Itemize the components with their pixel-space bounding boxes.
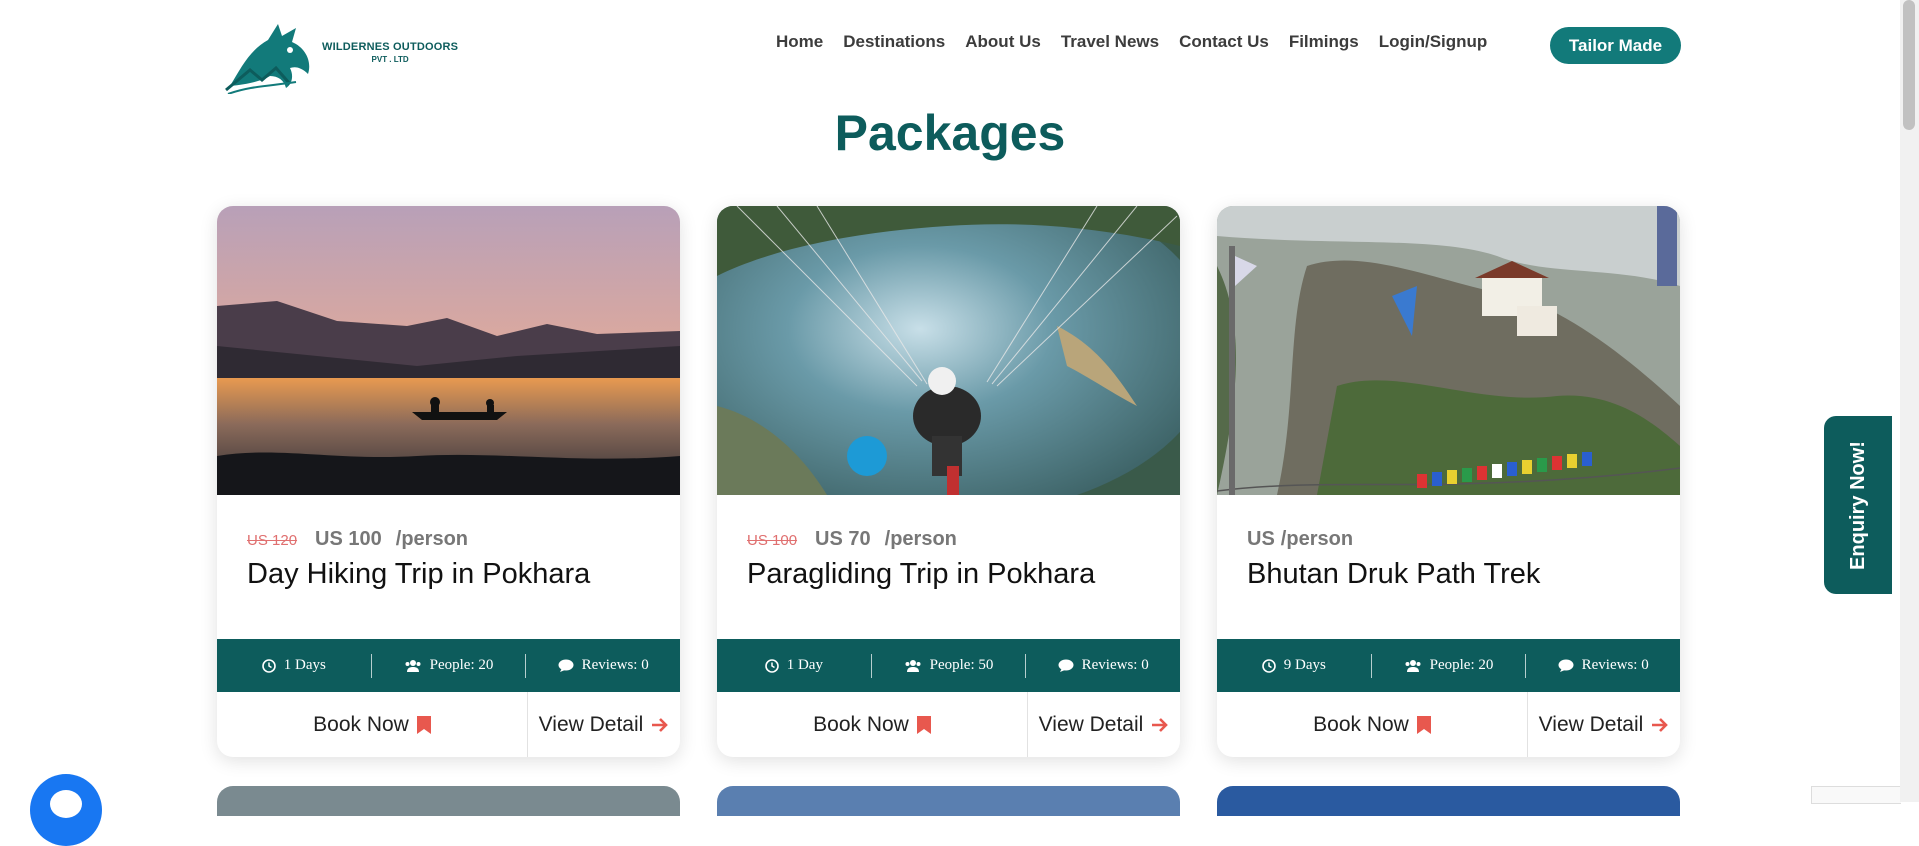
site-header: WILDERNES OUTDOORS PVT . LTD Home Destin… (0, 0, 1900, 100)
bookmark-icon (1416, 715, 1431, 734)
duration: 9 Days (1217, 654, 1371, 678)
package-title[interactable]: Day Hiking Trip in Pokhara (247, 558, 590, 591)
arrow-right-icon (1652, 717, 1669, 732)
clock-icon (1261, 658, 1276, 673)
people: People: 20 (370, 653, 526, 678)
nav-about-us[interactable]: About Us (965, 32, 1041, 52)
clock-icon (764, 658, 779, 673)
duration: 1 Day (717, 654, 871, 678)
bookmark-icon (416, 715, 431, 734)
people-text: People: 20 (1429, 657, 1494, 673)
package-card[interactable]: US /person Bhutan Druk Path Trek 9 Days … (1217, 206, 1680, 757)
reviews-text: Reviews: 0 (581, 657, 649, 673)
package-photo-lake-sunset[interactable] (217, 206, 680, 495)
package-actions: Book Now View Detail (717, 692, 1180, 757)
page-title: Packages (834, 105, 1066, 161)
nav-filmings[interactable]: Filmings (1289, 32, 1359, 52)
nav-home[interactable]: Home (776, 32, 823, 52)
bookmark-icon (916, 715, 931, 734)
package-meta-bar: 1 Day People: 50 Reviews: 0 (717, 639, 1180, 692)
book-now-label: Book Now (1313, 712, 1409, 736)
price-row: US /person (1247, 528, 1353, 551)
users-icon (904, 659, 922, 673)
package-card-partial[interactable] (217, 786, 680, 816)
book-now-button[interactable]: Book Now (217, 692, 528, 757)
package-actions: Book Now View Detail (217, 692, 680, 757)
users-icon (404, 659, 422, 673)
users-icon (1404, 659, 1422, 673)
package-title[interactable]: Paragliding Trip in Pokhara (747, 558, 1095, 591)
view-detail-button[interactable]: View Detail (528, 692, 680, 757)
enquiry-now-tab[interactable]: Enquiry Now! (1824, 416, 1892, 594)
people-text: People: 20 (429, 657, 494, 673)
people-text: People: 50 (929, 657, 994, 673)
logo-name: WILDERNES OUTDOORS (322, 40, 459, 53)
duration: 1 Days (217, 654, 371, 678)
arrow-right-icon (652, 717, 669, 732)
price-unit: /person (1280, 528, 1354, 550)
reviews-text: Reviews: 0 (1081, 657, 1149, 673)
duration-text: 1 Days (283, 657, 326, 673)
book-now-label: Book Now (813, 712, 909, 736)
price-row: US 120 US 100 /person (247, 528, 468, 551)
price-unit: /person (884, 528, 957, 550)
nav-contact-us[interactable]: Contact Us (1179, 32, 1269, 52)
reviews: Reviews: 0 (1525, 653, 1680, 678)
old-price: US 100 (747, 532, 798, 549)
current-price: US 70 (815, 528, 871, 550)
old-price: US 120 (247, 532, 298, 549)
package-card[interactable]: US 100 US 70 /person Paragliding Trip in… (717, 206, 1180, 757)
package-actions: Book Now View Detail (1217, 692, 1680, 757)
nav-login-signup[interactable]: Login/Signup (1379, 32, 1488, 52)
package-card-partial[interactable] (717, 786, 1180, 816)
main-nav: Home Destinations About Us Travel News C… (776, 32, 1507, 52)
tiger-logo-icon (225, 24, 310, 94)
book-now-button[interactable]: Book Now (717, 692, 1028, 757)
nav-destinations[interactable]: Destinations (843, 32, 945, 52)
view-detail-button[interactable]: View Detail (1528, 692, 1680, 757)
package-meta-bar: 1 Days People: 20 Reviews: 0 (217, 639, 680, 692)
arrow-right-icon (1152, 717, 1169, 732)
package-photo-paragliding[interactable] (717, 206, 1180, 495)
view-detail-label: View Detail (1038, 712, 1144, 736)
price-unit: /person (395, 528, 469, 550)
duration-text: 9 Days (1283, 657, 1326, 673)
people: People: 50 (870, 653, 1026, 678)
book-now-button[interactable]: Book Now (1217, 692, 1528, 757)
nav-travel-news[interactable]: Travel News (1061, 32, 1159, 52)
view-detail-button[interactable]: View Detail (1028, 692, 1180, 757)
reviews: Reviews: 0 (1025, 653, 1180, 678)
tailor-made-button[interactable]: Tailor Made (1550, 27, 1681, 64)
comment-icon (1558, 659, 1574, 673)
recaptcha-badge (1811, 786, 1901, 804)
package-card[interactable]: US 120 US 100 /person Day Hiking Trip in… (217, 206, 680, 757)
current-price: US (1247, 528, 1275, 550)
people: People: 20 (1370, 653, 1526, 678)
book-now-label: Book Now (313, 712, 409, 736)
site-logo[interactable]: WILDERNES OUTDOORS PVT . LTD (220, 10, 470, 94)
reviews: Reviews: 0 (525, 653, 680, 678)
messenger-chat-icon[interactable] (30, 774, 102, 846)
comment-icon (1058, 659, 1074, 673)
price-row: US 100 US 70 /person (747, 528, 957, 551)
package-card-partial[interactable] (1217, 786, 1680, 816)
view-detail-label: View Detail (1538, 712, 1644, 736)
duration-text: 1 Day (786, 657, 823, 673)
logo-suffix: PVT . LTD (371, 54, 409, 64)
enquiry-label: Enquiry Now! (1846, 440, 1869, 570)
scrollbar-thumb[interactable] (1903, 0, 1915, 130)
clock-icon (261, 658, 276, 673)
reviews-text: Reviews: 0 (1581, 657, 1649, 673)
comment-icon (558, 659, 574, 673)
package-title[interactable]: Bhutan Druk Path Trek (1247, 558, 1540, 591)
package-photo-tigers-nest[interactable] (1217, 206, 1680, 495)
package-meta-bar: 9 Days People: 20 Reviews: 0 (1217, 639, 1680, 692)
view-detail-label: View Detail (538, 712, 644, 736)
current-price: US 100 (315, 528, 382, 550)
